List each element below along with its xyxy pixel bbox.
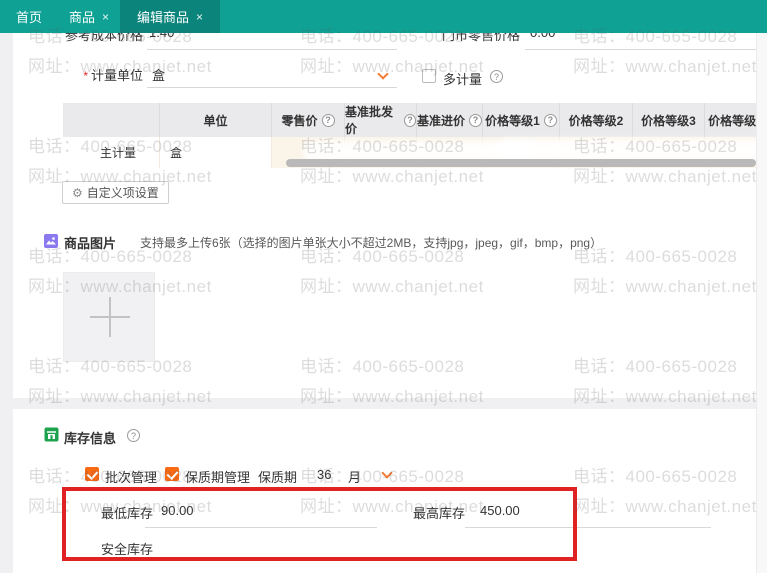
table-header-cell: 零售价? [272, 103, 345, 137]
required-asterisk: * [83, 69, 88, 83]
min-stock-input[interactable] [145, 527, 377, 528]
multi-unit-help-icon[interactable]: ? [490, 70, 503, 83]
tab-goods-close-icon[interactable]: × [102, 10, 109, 24]
max-stock-value: 450.00 [480, 503, 520, 518]
product-form-panel: 参考成本价格 1.40 门市零售价格 0.00 *计量单位 盒 多计量 ? 单位… [13, 33, 756, 398]
min-stock-value: 90.00 [161, 503, 194, 518]
price-table-header: 单位零售价?基准批发价?基准进价?价格等级1?价格等级2价格等级3价格等级4 [63, 103, 756, 137]
shelf-life-management-checkbox[interactable] [165, 467, 179, 481]
max-stock-input[interactable] [465, 527, 711, 528]
image-upload-box[interactable] [63, 272, 155, 362]
inventory-panel: 库存信息 ? 批次管理 保质期管理 保质期 36 月 最低库存 90.00 最高… [13, 409, 756, 573]
table-header-cell: 基准进价? [417, 103, 483, 137]
min-stock-label: 最低库存 [100, 506, 153, 521]
chevron-down-icon[interactable] [377, 68, 389, 80]
plus-icon [109, 297, 111, 337]
clipped-retail-price-value: 0.00 [530, 33, 555, 40]
shelf-life-unit: 月 [348, 470, 362, 485]
inventory-title: 库存信息 [64, 431, 117, 446]
unit-select[interactable] [147, 87, 397, 88]
column-help-icon[interactable]: ? [321, 113, 335, 127]
image-icon [44, 234, 58, 248]
inventory-help-icon[interactable]: ? [127, 429, 140, 442]
multi-unit-label: 多计量 [443, 72, 483, 87]
image-upload-hint: 支持最多上传6张（选择的图片单张大小不超过2MB，支持jpg，jpeg，gif，… [140, 236, 603, 250]
cost-price-input[interactable] [147, 49, 397, 50]
table-horizontal-scrollbar[interactable] [286, 159, 756, 167]
chevron-down-icon[interactable] [381, 467, 393, 479]
clipped-retail-price-label: 门市零售价格 [441, 33, 520, 43]
clipped-cost-price-value: 1.40 [149, 33, 174, 40]
max-stock-label: 最高库存 [412, 506, 465, 521]
custom-fields-button[interactable]: ⚙ 自定义项设置 [62, 181, 169, 204]
redacted-price-blur [498, 139, 756, 161]
table-header-cell: 单位 [160, 103, 272, 137]
price-table: 单位零售价?基准批发价?基准进价?价格等级1?价格等级2价格等级3价格等级4 主… [63, 103, 756, 168]
tab-edit-product-label: 编辑商品 [136, 10, 189, 25]
tab-goods[interactable]: 商品 × [58, 0, 120, 33]
table-header-cell: 价格等级4 [705, 103, 756, 137]
unit-label-wrap: * 计量单位 [13, 65, 143, 84]
tab-bar: 首页 商品 × 编辑商品 × [0, 0, 767, 33]
table-header-cell: 价格等级2 [560, 103, 633, 137]
image-section-label: 商品图片 [64, 236, 117, 251]
table-header-cell [63, 103, 160, 137]
unit-value: 盒 [152, 68, 166, 83]
page-vertical-scrollbar[interactable] [756, 33, 767, 573]
retail-price-input[interactable] [525, 49, 756, 50]
tab-edit-product[interactable]: 编辑商品 × [120, 0, 220, 33]
tab-edit-product-close-icon[interactable]: × [196, 10, 203, 24]
multi-unit-checkbox[interactable] [422, 69, 436, 83]
tab-home-label: 首页 [15, 10, 42, 25]
shelf-life-label: 保质期 [258, 470, 298, 485]
table-cell: 盒 [160, 137, 272, 168]
table-cell: 主计量 [63, 137, 160, 168]
tab-goods-label: 商品 [68, 10, 95, 25]
column-help-icon[interactable]: ? [403, 113, 416, 127]
shelf-life-management-label: 保质期管理 [185, 470, 251, 485]
table-header-cell: 价格等级1? [483, 103, 560, 137]
shelf-life-value[interactable]: 36 [317, 467, 331, 482]
tab-home[interactable]: 首页 [0, 0, 58, 33]
batch-management-label: 批次管理 [105, 470, 158, 485]
custom-fields-button-label: 自定义项设置 [86, 186, 159, 200]
safe-stock-label: 安全库存 [100, 542, 153, 557]
table-header-cell: 基准批发价? [345, 103, 417, 137]
column-help-icon[interactable]: ? [543, 113, 557, 127]
gear-icon: ⚙ [72, 185, 83, 200]
table-header-cell: 价格等级3 [633, 103, 705, 137]
unit-label: 计量单位 [90, 68, 143, 83]
edit-product-screen: 首页 商品 × 编辑商品 × 参考成本价格 1.40 门市零售价格 0.00 *… [0, 0, 767, 573]
clipped-cost-price-label: 参考成本价格 [64, 33, 143, 43]
batch-management-checkbox[interactable] [85, 467, 99, 481]
column-help-icon[interactable]: ? [469, 113, 482, 127]
inventory-icon [44, 427, 59, 442]
